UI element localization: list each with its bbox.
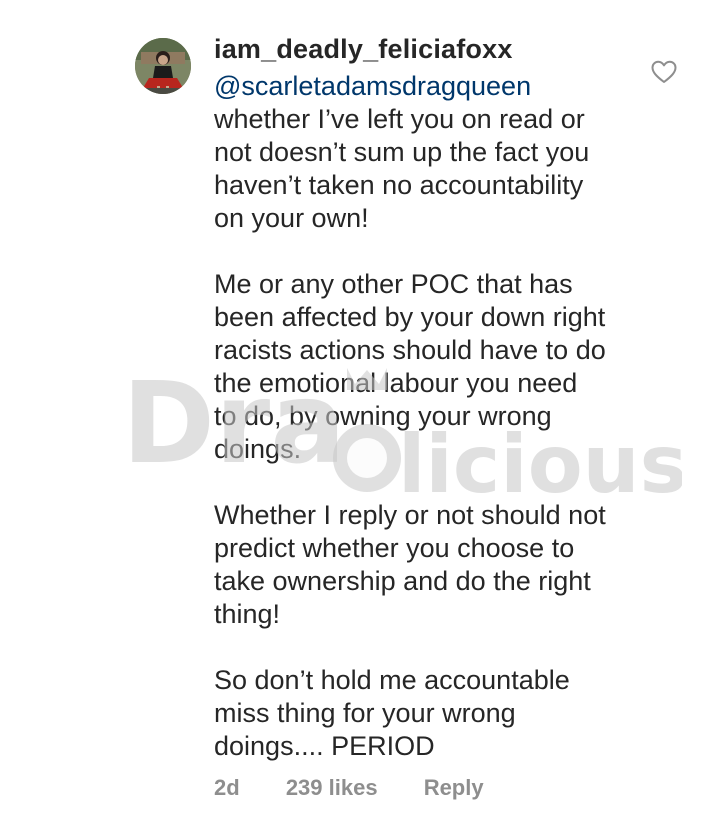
comment-paragraph-1: whether I’ve left you on read or not doe…: [214, 104, 590, 233]
comment: iam_deadly_feliciafoxx @scarletadamsdrag…: [0, 0, 719, 835]
comment-paragraph-2: Me or any other POC that has been affect…: [214, 269, 606, 464]
comment-paragraph-4: So don’t hold me accountable miss thing …: [214, 665, 570, 761]
mention-link[interactable]: @scarletadamsdragqueen: [214, 70, 654, 103]
comment-text: @scarletadamsdragqueen whether I’ve left…: [214, 70, 654, 763]
comment-meta: 2d 239 likes Reply: [214, 775, 484, 801]
heart-outline-icon[interactable]: [651, 60, 677, 84]
username[interactable]: iam_deadly_feliciafoxx: [214, 34, 513, 65]
likes-count[interactable]: 239 likes: [286, 775, 378, 801]
comment-time: 2d: [214, 775, 240, 800]
avatar[interactable]: [135, 38, 191, 94]
reply-button[interactable]: Reply: [424, 775, 484, 801]
comment-paragraph-3: Whether I reply or not should not predic…: [214, 500, 606, 629]
avatar-image: [135, 38, 191, 94]
